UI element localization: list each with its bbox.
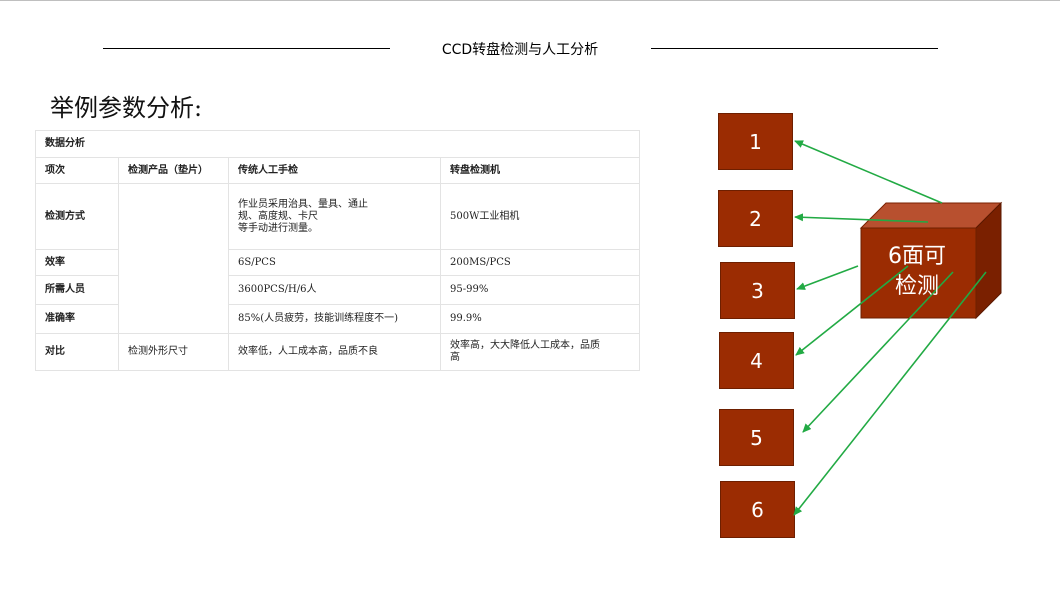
inspection-diagram: 1 2 3 4 5 6 6面可 检测 [0, 0, 1060, 596]
cube-label-line2: 检测 [894, 274, 939, 299]
cube-label: 6面可 检测 [862, 242, 972, 302]
arrow-to-1 [794, 140, 943, 204]
arrows [793, 140, 987, 516]
cube-label-line1: 6面可 [888, 244, 946, 269]
arrow-to-3 [796, 265, 859, 290]
